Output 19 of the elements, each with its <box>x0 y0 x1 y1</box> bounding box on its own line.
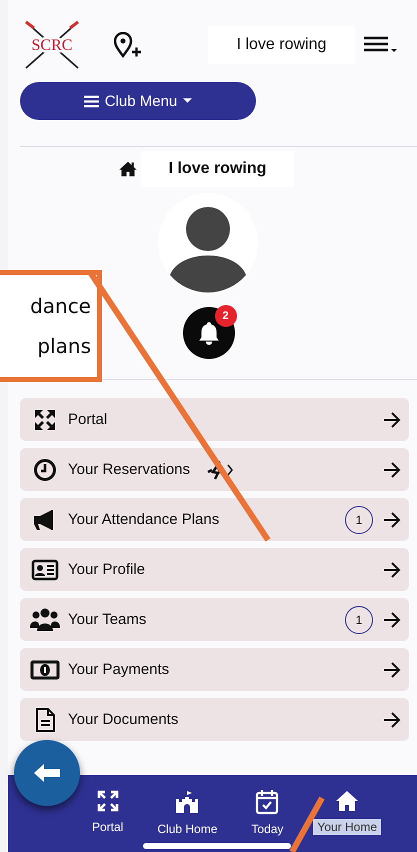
notification-count-badge: 2 <box>214 305 236 327</box>
menu-item[interactable]: Your Payments <box>20 648 409 691</box>
tab-label[interactable]: Your Home <box>313 819 382 835</box>
callout-text: dance <box>30 293 91 320</box>
tab-label[interactable]: Portal <box>88 819 128 835</box>
menu-item[interactable]: Your Teams 1 <box>20 598 409 641</box>
club-menu-button[interactable]: Club Menu <box>20 82 256 120</box>
count-badge: 1 <box>345 606 373 634</box>
menu-item[interactable]: Your Documents <box>20 698 409 741</box>
menu-item[interactable]: Portal <box>20 398 409 441</box>
page-heading: I love rowing <box>141 151 294 187</box>
app-title: I love rowing <box>208 26 355 64</box>
count-badge: 1 <box>345 506 373 534</box>
menu-item[interactable]: Your Profile <box>20 548 409 591</box>
menu-item[interactable]: Your Attendance Plans 1 <box>20 498 409 541</box>
callout-text: plans <box>37 333 91 360</box>
tab-label[interactable]: Today <box>247 821 288 837</box>
tab-label[interactable]: Club Home <box>153 821 222 837</box>
menu-item[interactable]: Your Reservations <box>20 448 409 491</box>
